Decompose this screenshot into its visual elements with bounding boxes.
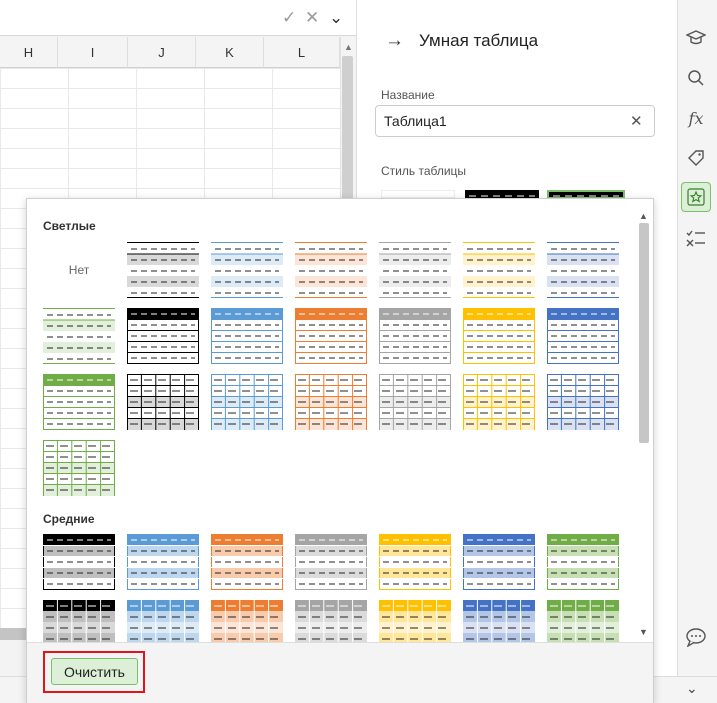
style-tile-medium-blue[interactable]: [127, 534, 199, 590]
style-tile-light-blue-header[interactable]: [211, 308, 283, 364]
column-header[interactable]: J: [128, 37, 196, 68]
style-tile-light-green-header[interactable]: [43, 374, 115, 430]
style-tile-light-green-grid[interactable]: [43, 440, 115, 496]
search-icon[interactable]: [681, 63, 711, 93]
style-preview-selected[interactable]: [547, 190, 625, 198]
style-preview-none[interactable]: [381, 190, 455, 198]
style-tile-light-black-grid[interactable]: [127, 374, 199, 430]
panel-title: Умная таблица: [419, 31, 539, 50]
chevron-down-icon[interactable]: ⌄: [686, 680, 698, 697]
style-tile-medium-navy[interactable]: [463, 534, 535, 590]
style-tile-light-yellow-header[interactable]: [463, 308, 535, 364]
style-tile-light-gray[interactable]: [379, 242, 451, 298]
clear-name-icon[interactable]: ✕: [630, 112, 643, 130]
style-tile-medium-black[interactable]: [43, 534, 115, 590]
arrow-right-icon[interactable]: →: [385, 30, 404, 52]
none-label: Нет: [68, 263, 90, 277]
style-tile-light-yellow-grid[interactable]: [463, 374, 535, 430]
scroll-down-icon[interactable]: ▼: [639, 627, 648, 637]
name-label: Название: [381, 88, 435, 102]
style-label: Стиль таблицы: [381, 164, 467, 178]
style-tile-light-green[interactable]: [43, 308, 115, 364]
style-tile-medium-green[interactable]: [547, 534, 619, 590]
style-tile-light-navy[interactable]: [547, 242, 619, 298]
graduation-cap-icon[interactable]: [681, 23, 711, 53]
style-preview-dark[interactable]: [465, 190, 539, 198]
style-tile-light-black[interactable]: [127, 242, 199, 298]
scroll-up-icon[interactable]: ▲: [639, 211, 648, 221]
chat-icon[interactable]: [681, 622, 711, 652]
style-tile-medium-orange[interactable]: [211, 534, 283, 590]
check-list-icon[interactable]: [681, 223, 711, 253]
style-tile-none[interactable]: Нет: [43, 242, 115, 298]
style-tile-medium-gray[interactable]: [295, 534, 367, 590]
style-tile-light-orange-header[interactable]: [295, 308, 367, 364]
style-tile-light-blue[interactable]: [211, 242, 283, 298]
section-title-light: Светлые: [43, 219, 96, 233]
style-tile-light-gray-grid[interactable]: [379, 374, 451, 430]
close-icon[interactable]: ✕: [305, 8, 319, 28]
column-header[interactable]: K: [196, 37, 264, 68]
style-tile-light-orange-grid[interactable]: [295, 374, 367, 430]
style-tile-light-orange[interactable]: [295, 242, 367, 298]
column-header[interactable]: L: [264, 37, 340, 68]
scroll-thumb[interactable]: [342, 56, 353, 206]
style-tile-light-black-header[interactable]: [127, 308, 199, 364]
style-tile-light-navy-grid[interactable]: [547, 374, 619, 430]
column-header[interactable]: H: [0, 37, 58, 68]
function-icon[interactable]: fx: [681, 103, 711, 133]
horizontal-scroll-thumb[interactable]: [0, 628, 26, 640]
table-style-dropdown: Светлые Нет Средние ▲ ▼ Очистить: [26, 198, 654, 703]
style-tile-light-navy-header[interactable]: [547, 308, 619, 364]
tag-icon[interactable]: [681, 143, 711, 173]
section-title-medium: Средние: [43, 512, 95, 526]
table-name-input[interactable]: [375, 105, 655, 137]
scroll-up-icon[interactable]: ▲: [344, 42, 353, 52]
style-tile-light-blue-grid[interactable]: [211, 374, 283, 430]
dropdown-scroll-thumb[interactable]: [639, 223, 649, 443]
column-header[interactable]: I: [58, 37, 128, 68]
chevron-down-icon[interactable]: ⌄: [329, 8, 343, 28]
style-tile-light-gray-header[interactable]: [379, 308, 451, 364]
style-tile-medium-yellow[interactable]: [379, 534, 451, 590]
clear-button[interactable]: Очистить: [51, 658, 138, 685]
icon-sidebar: [677, 0, 717, 676]
checkmark-icon[interactable]: ✓: [282, 8, 296, 28]
formula-bar[interactable]: [0, 0, 356, 36]
style-tile-light-yellow[interactable]: [463, 242, 535, 298]
star-icon[interactable]: [681, 182, 711, 212]
